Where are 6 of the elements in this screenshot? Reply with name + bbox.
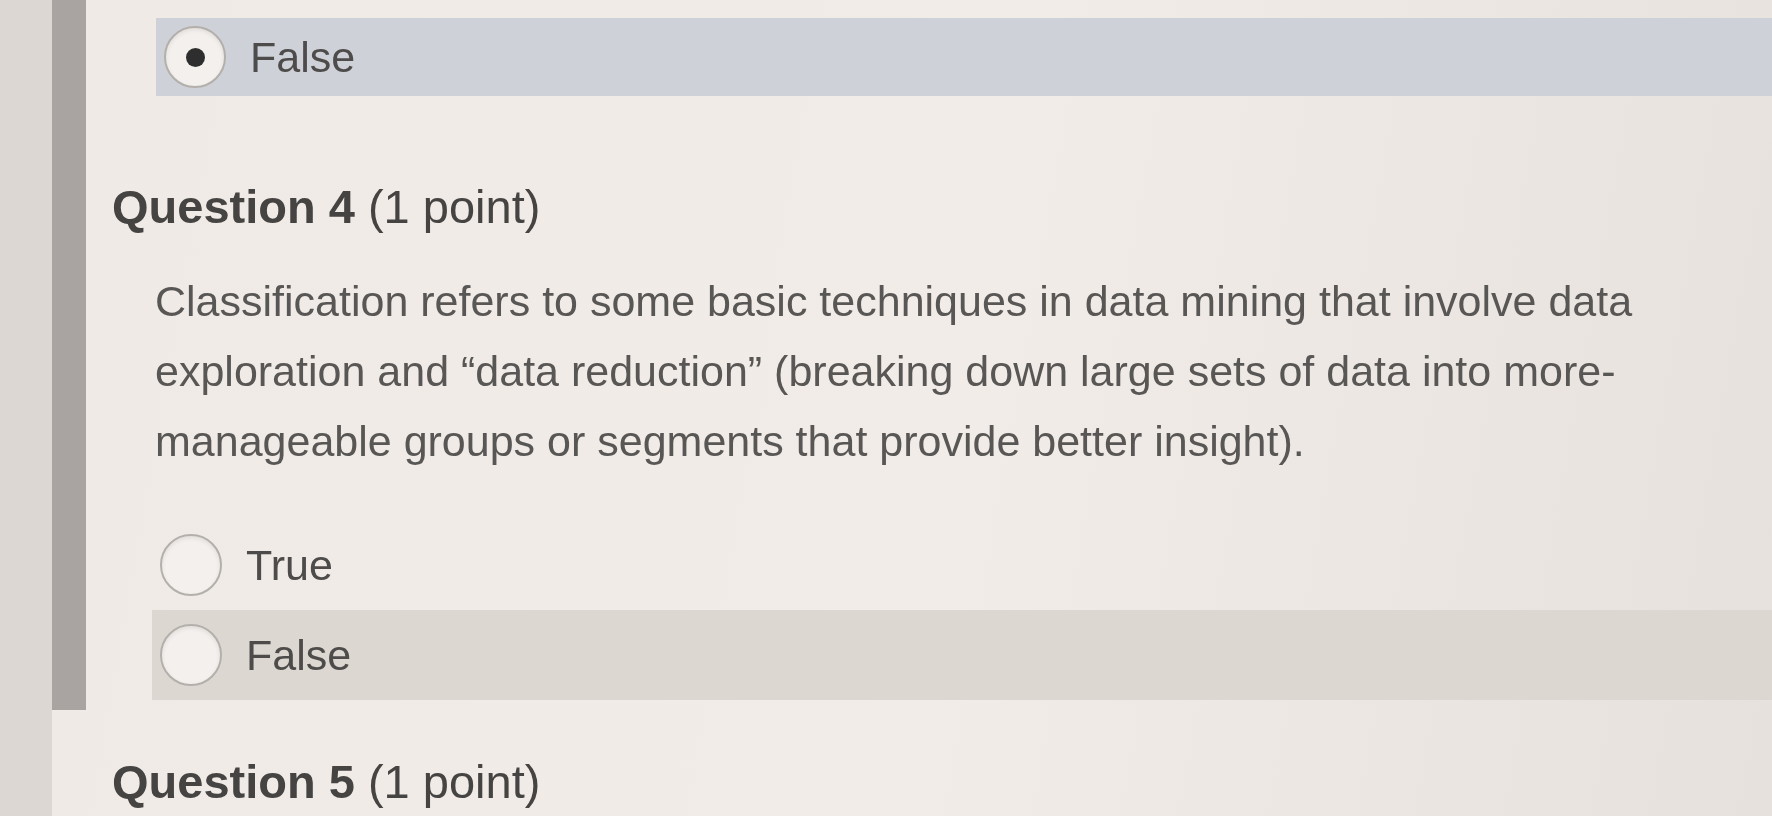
question-heading: Question 5 (1 point)	[112, 756, 541, 808]
question-text: Classification refers to some basic techniques in data mining that involve data exploration and “data reduction” (breaking down large sets of data into more-manageable groups or segments that provide better insight).	[155, 276, 1634, 467]
answer-option[interactable]: False	[156, 18, 1772, 96]
question-heading: Question 4 (1 point)	[112, 181, 541, 233]
answer-option[interactable]: False	[152, 610, 1772, 700]
answer-option[interactable]: True	[152, 520, 1772, 610]
